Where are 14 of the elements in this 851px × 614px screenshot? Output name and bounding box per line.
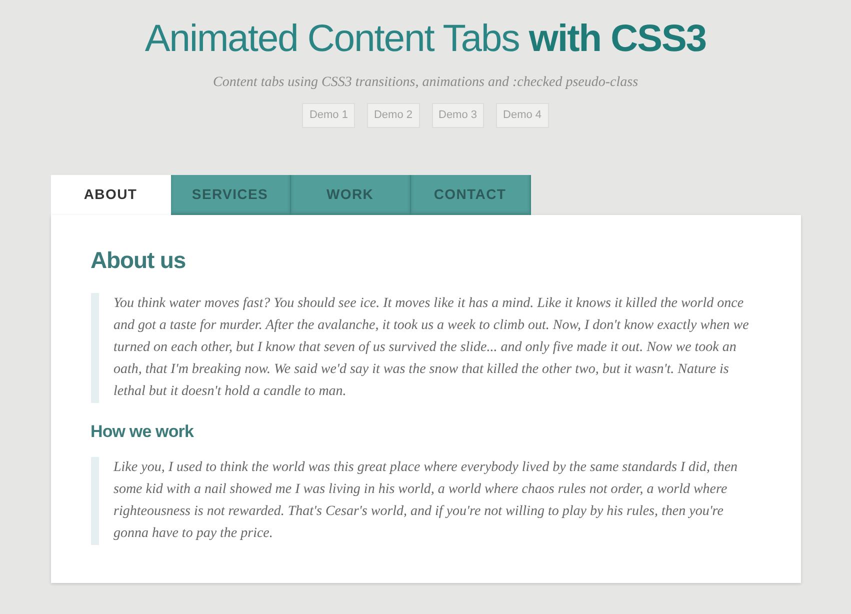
demo-link[interactable]: Demo 4 bbox=[496, 103, 549, 128]
quote: Like you, I used to think the world was this great place where everybody lived by the same standards I did, then some kid with a nail showed me I was living in his world, a world where chaos rules not order, a world where righteousness is not rewarded. That's Cesar's world, and if you're not willing to play by his rules, then you're gonna have to pay the price. bbox=[90, 456, 760, 544]
tab[interactable]: SERVICES bbox=[170, 174, 290, 214]
tab[interactable]: ABOUT bbox=[50, 174, 170, 214]
tab[interactable]: CONTACT bbox=[410, 174, 530, 214]
subtitle: Content tabs using CSS3 transitions, animations and :checked pseudo-class bbox=[212, 74, 638, 92]
tab[interactable]: WORK bbox=[290, 174, 410, 214]
demo-link[interactable]: Demo 3 bbox=[432, 103, 484, 128]
page-title: Animated Content Tabs with CSS3 bbox=[144, 17, 706, 62]
quote: You think water moves fast? You should see ice. It moves like it has a mind. Like it knows it killed the world once and got a taste for murder. After the avalanche, it took us a week to climb out. Now, I don't know exactly when we turned on each other, but I know that seven of us survived the slide... and only five made it out. Now we took an oath, that I'm breaking now. We said we'd say it was the snow that killed the other two, but it wasn't. Nature is lethal but it doesn't hold a candle to man. bbox=[90, 292, 760, 402]
demo-link[interactable]: Demo 1 bbox=[302, 103, 355, 128]
section-heading: About us bbox=[90, 246, 187, 274]
section-heading: How we work bbox=[90, 420, 195, 442]
demo-link[interactable]: Demo 2 bbox=[366, 103, 420, 128]
